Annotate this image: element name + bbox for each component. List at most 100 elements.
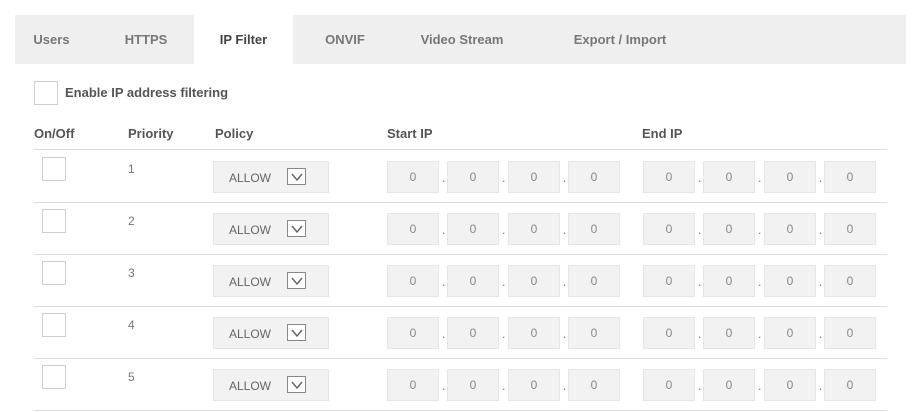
start-ip-octet-2[interactable]: 0 [447,317,499,349]
end-ip-octet-4[interactable]: 0 [824,213,876,245]
policy-select[interactable]: ALLOW [213,213,329,245]
row-enable-checkbox[interactable] [42,209,66,233]
ip-separator: . [698,171,702,185]
end-ip-octet-1[interactable]: 0 [643,369,695,401]
tab-ip-filter[interactable]: IP Filter [194,15,293,64]
ip-separator: . [758,223,762,237]
chevron-down-icon[interactable] [287,324,306,341]
ip-separator: . [698,327,702,341]
end-ip-octet-2[interactable]: 0 [703,317,755,349]
tab-video-stream[interactable]: Video Stream [407,15,517,64]
start-ip-octet-1[interactable]: 0 [387,161,439,193]
row-priority: 1 [128,162,135,176]
policy-value: ALLOW [229,275,272,289]
ip-separator: . [442,327,446,341]
start-ip-octet-3[interactable]: 0 [508,369,560,401]
start-ip-octet-3[interactable]: 0 [508,317,560,349]
ip-separator: . [698,379,702,393]
filter-row: 2 ALLOW 0 0 0 0... 0 0 0 0... [15,202,906,254]
ip-separator: . [502,327,506,341]
tab-export-import[interactable]: Export / Import [555,15,685,64]
ip-separator: . [698,275,702,289]
ip-separator: . [563,327,567,341]
start-ip-octet-3[interactable]: 0 [508,213,560,245]
policy-value: ALLOW [229,223,272,237]
end-ip-octet-1[interactable]: 0 [643,161,695,193]
ip-separator: . [563,379,567,393]
start-ip-octet-2[interactable]: 0 [447,369,499,401]
end-ip-octet-1[interactable]: 0 [643,213,695,245]
end-ip-octet-3[interactable]: 0 [764,265,816,297]
end-ip-octet-2[interactable]: 0 [703,213,755,245]
row-priority: 2 [128,214,135,228]
end-ip-octet-2[interactable]: 0 [703,161,755,193]
enable-filtering-checkbox[interactable] [34,81,58,105]
row-priority: 4 [128,318,135,332]
start-ip-octet-4[interactable]: 0 [568,213,620,245]
ip-separator: . [442,223,446,237]
ip-separator: . [758,275,762,289]
row-enable-checkbox[interactable] [42,365,66,389]
row-enable-checkbox[interactable] [42,313,66,337]
header-end-ip: End IP [642,126,683,141]
start-ip-octet-2[interactable]: 0 [447,213,499,245]
end-ip-octet-3[interactable]: 0 [764,161,816,193]
policy-value: ALLOW [229,379,272,393]
ip-separator: . [442,379,446,393]
end-ip-octet-2[interactable]: 0 [703,369,755,401]
start-ip-octet-3[interactable]: 0 [508,265,560,297]
filter-row: 1 ALLOW 0 0 0 0... 0 0 0 0... [15,150,906,202]
row-enable-checkbox[interactable] [42,261,66,285]
start-ip-octet-1[interactable]: 0 [387,265,439,297]
chevron-down-icon[interactable] [287,220,306,237]
end-ip-octet-3[interactable]: 0 [764,213,816,245]
end-ip-octet-4[interactable]: 0 [824,265,876,297]
end-ip-octet-4[interactable]: 0 [824,369,876,401]
policy-select[interactable]: ALLOW [213,265,329,297]
ip-separator: . [819,327,823,341]
enable-filtering-label: Enable IP address filtering [65,85,229,100]
row-enable-checkbox[interactable] [42,157,66,181]
ip-separator: . [819,275,823,289]
start-ip-octet-4[interactable]: 0 [568,161,620,193]
tab-onvif[interactable]: ONVIF [315,15,375,64]
start-ip-octet-2[interactable]: 0 [447,265,499,297]
end-ip-octet-4[interactable]: 0 [824,161,876,193]
tab-users[interactable]: Users [23,15,80,64]
ip-separator: . [442,171,446,185]
start-ip-octet-1[interactable]: 0 [387,317,439,349]
start-ip-octet-3[interactable]: 0 [508,161,560,193]
tab-https[interactable]: HTTPS [116,15,176,64]
row-priority: 5 [128,370,135,384]
policy-select[interactable]: ALLOW [213,317,329,349]
ip-separator: . [563,171,567,185]
settings-frame: Users HTTPS IP Filter ONVIF Video Stream… [15,15,906,412]
ip-separator: . [442,275,446,289]
start-ip-octet-4[interactable]: 0 [568,265,620,297]
row-divider [34,410,887,411]
chevron-down-icon[interactable] [287,376,306,393]
row-priority: 3 [128,266,135,280]
header-priority: Priority [128,126,174,141]
end-ip-octet-3[interactable]: 0 [764,369,816,401]
start-ip-octet-2[interactable]: 0 [447,161,499,193]
policy-select[interactable]: ALLOW [213,161,329,193]
end-ip-octet-3[interactable]: 0 [764,317,816,349]
ip-filter-panel: Enable IP address filtering On/Off Prior… [15,64,906,412]
ip-separator: . [698,223,702,237]
start-ip-octet-1[interactable]: 0 [387,213,439,245]
end-ip-octet-2[interactable]: 0 [703,265,755,297]
ip-separator: . [563,275,567,289]
start-ip-octet-4[interactable]: 0 [568,317,620,349]
chevron-down-icon[interactable] [287,272,306,289]
chevron-down-icon[interactable] [287,168,306,185]
end-ip-octet-4[interactable]: 0 [824,317,876,349]
tab-bar: Users HTTPS IP Filter ONVIF Video Stream… [15,15,906,64]
start-ip-octet-4[interactable]: 0 [568,369,620,401]
ip-separator: . [502,171,506,185]
start-ip-octet-1[interactable]: 0 [387,369,439,401]
policy-select[interactable]: ALLOW [213,369,329,401]
end-ip-octet-1[interactable]: 0 [643,265,695,297]
filter-row: 5 ALLOW 0 0 0 0... 0 0 0 0... [15,358,906,410]
end-ip-octet-1[interactable]: 0 [643,317,695,349]
